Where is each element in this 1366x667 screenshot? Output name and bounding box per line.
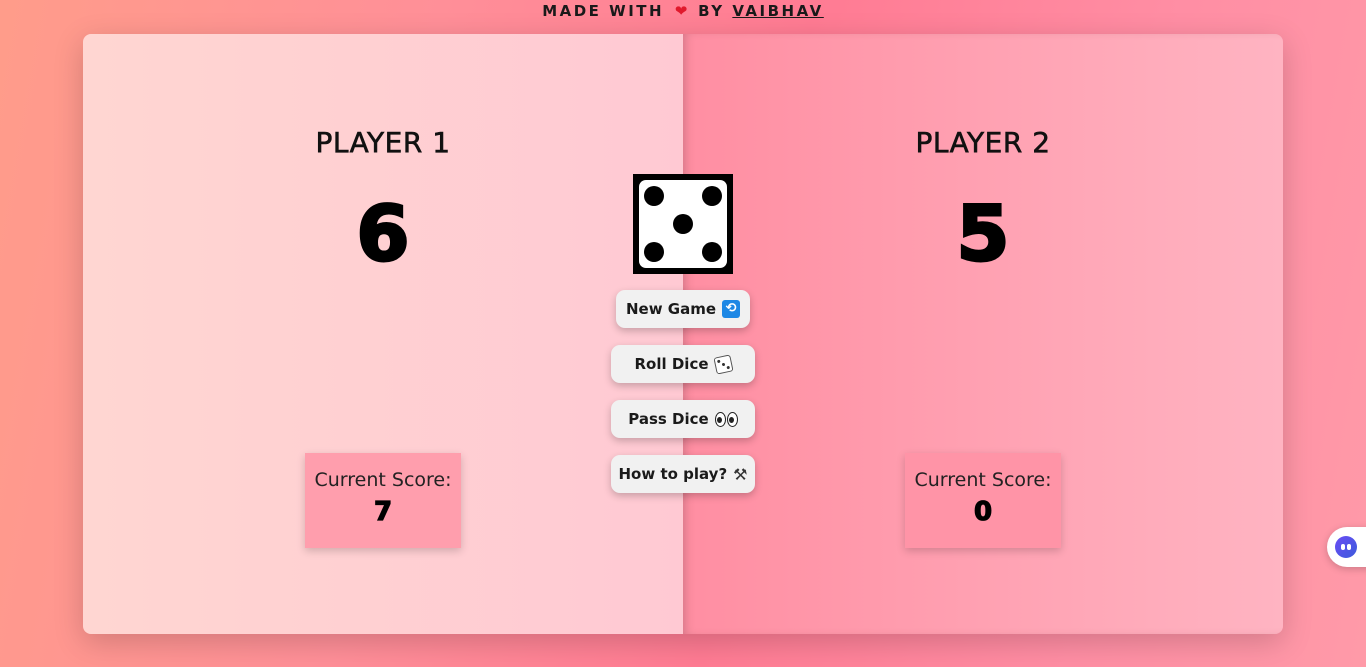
dice-pip	[673, 214, 693, 234]
player-2-name: PLAYER 2	[915, 126, 1051, 160]
made-with-text: MADE WITH	[542, 2, 665, 20]
player-1-current-label: Current Score:	[314, 469, 452, 491]
pass-dice-label: Pass Dice	[628, 410, 709, 428]
by-text: BY	[698, 2, 725, 20]
player-1-current-value: 7	[373, 496, 393, 527]
player-2-total-score: 5	[955, 188, 1011, 280]
how-to-play-label: How to play?	[618, 465, 728, 483]
dice-icon	[712, 353, 734, 375]
heart-icon: ❤	[674, 2, 688, 20]
assistant-face-icon	[1335, 536, 1357, 558]
dice-five-icon	[633, 174, 733, 274]
game-board: PLAYER 1 6 Current Score: 7 PLAYER 2 5 C…	[83, 34, 1283, 634]
roll-dice-button[interactable]: Roll Dice	[611, 345, 755, 383]
player-2-current-value: 0	[973, 496, 993, 527]
player-1-total-score: 6	[355, 188, 411, 280]
dice-pip	[702, 186, 722, 206]
dice-pip	[702, 242, 722, 262]
dice-pip	[644, 186, 664, 206]
pass-dice-button[interactable]: Pass Dice	[611, 400, 755, 438]
player-1-name: PLAYER 1	[315, 126, 451, 160]
how-to-play-button[interactable]: How to play? ⚒	[611, 455, 755, 493]
player-2-current-box: Current Score: 0	[905, 453, 1061, 548]
tools-icon: ⚒	[733, 464, 748, 484]
new-game-button[interactable]: New Game ⟲	[616, 290, 750, 328]
player-2-current-label: Current Score:	[914, 469, 1052, 491]
new-game-label: New Game	[625, 300, 717, 318]
dice-pip	[644, 242, 664, 262]
eyes-icon	[714, 411, 738, 427]
player-1-panel: PLAYER 1 6 Current Score: 7	[83, 34, 683, 634]
credit-line: MADE WITH ❤ BY VAIBHAV	[0, 2, 1366, 20]
dice-face	[639, 180, 727, 268]
player-1-current-box: Current Score: 7	[305, 453, 461, 548]
author-link[interactable]: VAIBHAV	[732, 2, 823, 20]
repeat-icon: ⟲	[722, 300, 741, 318]
assistant-widget-button[interactable]	[1327, 527, 1366, 567]
roll-dice-label: Roll Dice	[634, 355, 709, 373]
player-2-panel: PLAYER 2 5 Current Score: 0	[683, 34, 1283, 634]
